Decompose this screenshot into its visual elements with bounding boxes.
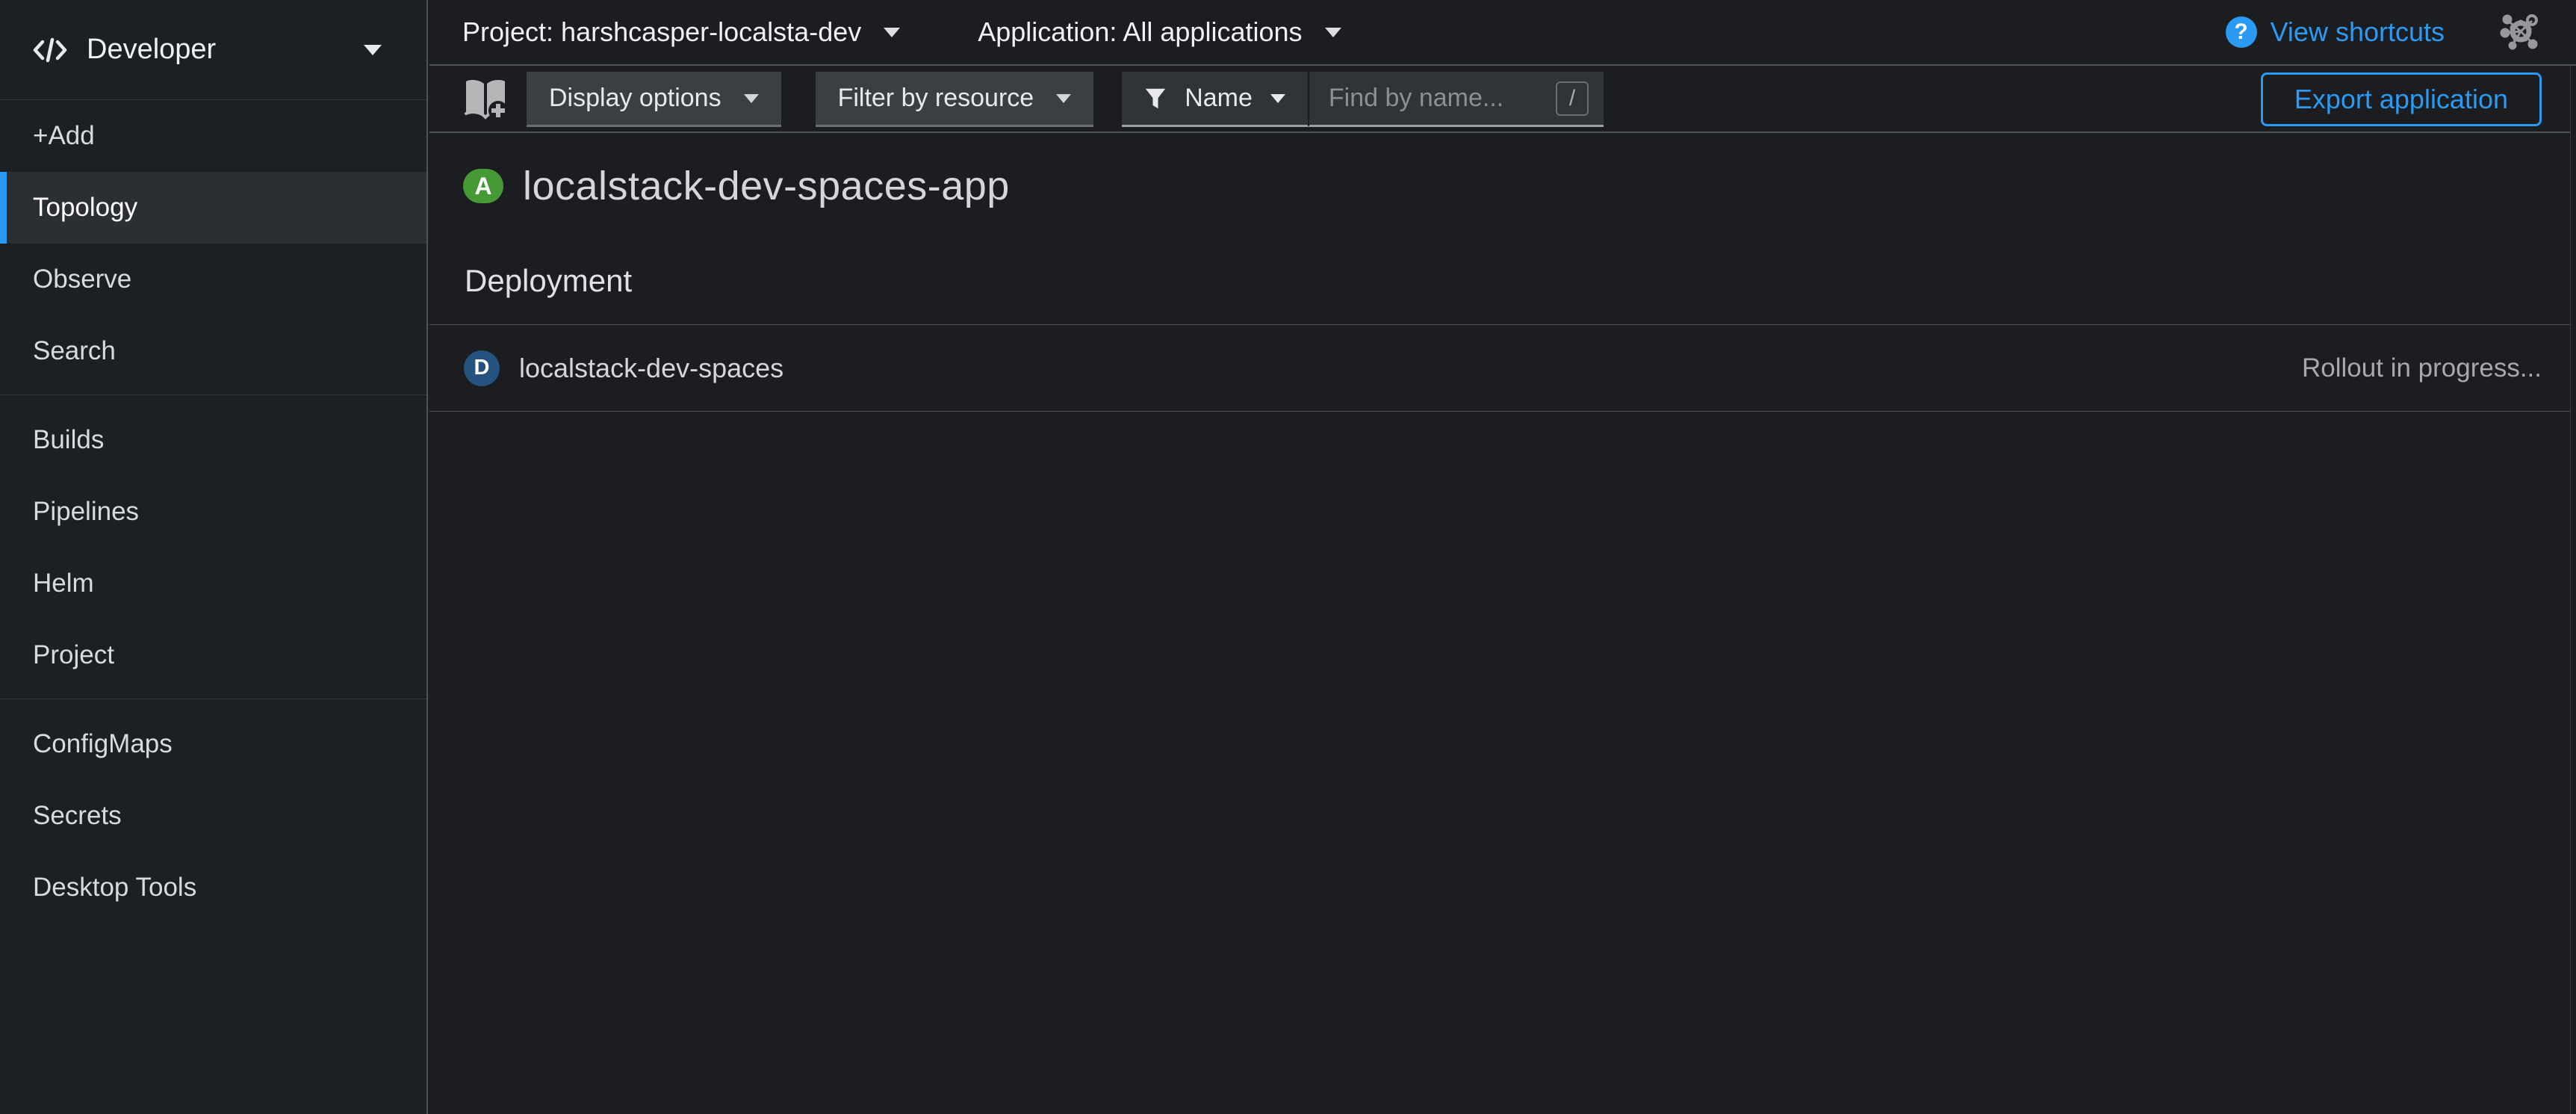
sidebar-section: ConfigMapsSecretsDesktop Tools: [0, 699, 426, 923]
sidebar-item-topology[interactable]: Topology: [0, 172, 426, 244]
project-selector[interactable]: Project: harshcasper-localsta-dev: [462, 16, 900, 48]
filter-by-resource-label: Filter by resource: [838, 84, 1034, 113]
application-selector[interactable]: Application: All applications: [978, 16, 1341, 48]
view-shortcuts-label: View shortcuts: [2271, 16, 2445, 48]
sidebar-item-secrets[interactable]: Secrets: [0, 780, 426, 852]
sidebar-item-project[interactable]: Project: [0, 619, 426, 691]
deployment-badge: D: [464, 350, 500, 386]
resource-row[interactable]: Dlocalstack-dev-spaces Rollout in progres…: [429, 324, 2576, 412]
sidebar-item-add[interactable]: +Add: [0, 100, 426, 172]
scrollbar-gutter[interactable]: [2570, 66, 2576, 1114]
display-options-dropdown[interactable]: Display options: [527, 72, 781, 127]
view-shortcuts-link[interactable]: ? View shortcuts: [2226, 16, 2445, 48]
sidebar-section: BuildsPipelinesHelmProject: [0, 394, 426, 691]
display-options-label: Display options: [549, 84, 721, 113]
chevron-down-icon: [744, 94, 759, 103]
sidebar-nav: +AddTopologyObserveSearchBuildsPipelines…: [0, 100, 426, 923]
topbar: Project: harshcasper-localsta-dev Applic…: [429, 0, 2576, 66]
perspective-label: Developer: [87, 34, 216, 66]
filter-type-dropdown[interactable]: Name: [1122, 72, 1308, 125]
chevron-down-icon: [364, 45, 382, 55]
filter-by-resource-dropdown[interactable]: Filter by resource: [816, 72, 1094, 127]
topology-network-icon[interactable]: [2500, 13, 2539, 51]
filter-type-label: Name: [1185, 84, 1253, 113]
sidebar-section: +AddTopologyObserveSearch: [0, 100, 426, 387]
chevron-down-icon: [1270, 94, 1285, 103]
sidebar-item-builds[interactable]: Builds: [0, 404, 426, 476]
sidebar-item-desktop-tools[interactable]: Desktop Tools: [0, 852, 426, 923]
sidebar-item-observe[interactable]: Observe: [0, 244, 426, 315]
application-name: localstack-dev-spaces-app: [523, 163, 1010, 209]
application-selector-label: Application: All applications: [978, 16, 1302, 48]
chevron-down-icon: [1056, 94, 1071, 103]
slash-shortcut-badge: /: [1556, 81, 1589, 116]
help-icon: ?: [2226, 16, 2257, 48]
sidebar-item-search[interactable]: Search: [0, 315, 426, 387]
topology-toolbar: Display options Filter by resource Name …: [429, 67, 2576, 133]
quick-search-book-icon[interactable]: [461, 76, 510, 123]
export-application-button[interactable]: Export application: [2261, 72, 2542, 126]
sidebar-item-helm[interactable]: Helm: [0, 548, 426, 619]
topbar-right: ? View shortcuts: [2226, 13, 2543, 51]
project-selector-label: Project: harshcasper-localsta-dev: [462, 16, 861, 48]
sidebar-item-configmaps[interactable]: ConfigMaps: [0, 708, 426, 780]
chevron-down-icon: [884, 28, 900, 37]
code-icon: [33, 35, 67, 65]
chevron-down-icon: [1325, 28, 1341, 37]
application-title-row: A localstack-dev-spaces-app: [463, 163, 1010, 209]
resource-list: Dlocalstack-dev-spaces Rollout in progres…: [429, 324, 2576, 412]
sidebar-item-pipelines[interactable]: Pipelines: [0, 476, 426, 548]
perspective-switcher[interactable]: Developer: [0, 0, 426, 100]
sidebar: Developer +AddTopologyObserveSearchBuild…: [0, 0, 428, 1114]
resource-group-heading: Deployment: [465, 263, 632, 299]
find-by-name-input[interactable]: [1309, 72, 1556, 125]
name-filter-group: Name /: [1122, 72, 1604, 127]
resource-name-link[interactable]: localstack-dev-spaces: [519, 353, 783, 384]
application-badge: A: [463, 169, 503, 203]
resource-status-text: Rollout in progress...: [2302, 353, 2542, 383]
funnel-filter-icon: [1144, 87, 1167, 110]
